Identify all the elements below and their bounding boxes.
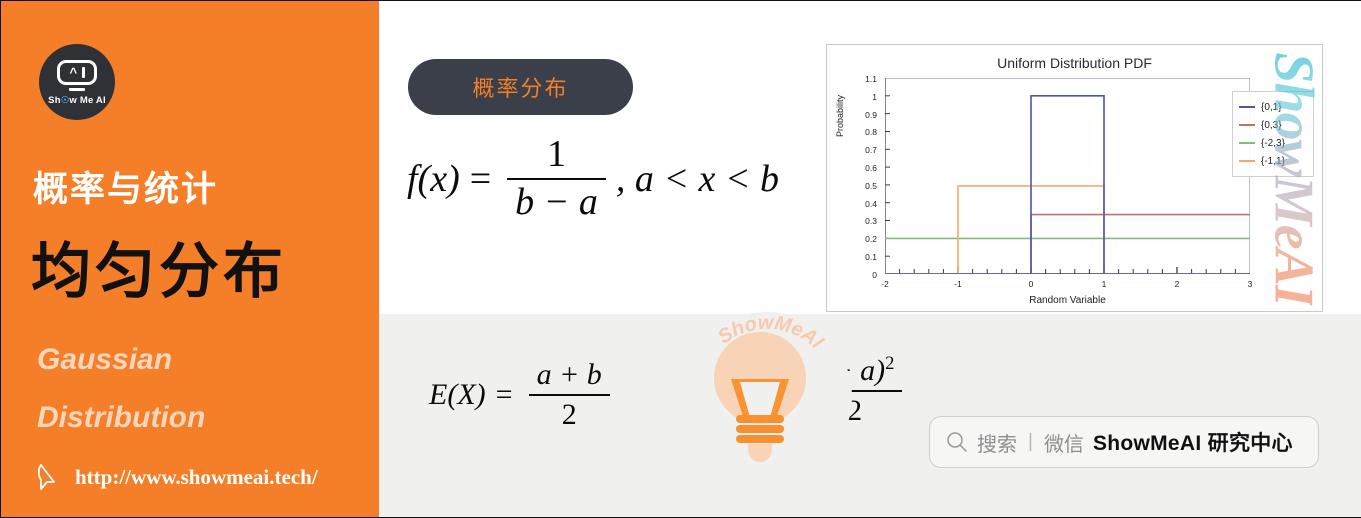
expectation-fraction: a + b 2 [528,358,610,431]
chart-card: Uniform Distribution PDF Probability Ran… [826,44,1323,312]
right-content: 概率分布 f(x) = 1 b − a , a < x < b E(X) = a… [379,1,1361,517]
robot-face-icon: ^ [57,60,97,86]
left-panel: ^ Sh☉w Me AI 概率与统计 均匀分布 Gaussian Distrib… [1,1,379,517]
lightbulb-watermark: ShowMeAI [682,312,852,482]
chevron-up-icon: ^ [69,65,78,81]
legend-item: {0,3} [1239,116,1307,134]
pdf-formula-denominator: b − a [515,180,598,223]
expectation-numerator: a + b [536,358,602,391]
subtitle-line-1: Gaussian [37,343,173,376]
topic-badge-label: 概率分布 [472,76,569,101]
legend-item: {-1,1} [1239,152,1307,170]
legend-swatch-0-1 [1239,106,1255,108]
y-tick-4: 0.4 [865,198,877,209]
search-placeholder: 搜索 [977,433,1017,456]
subtitle-line-2: Distribution [37,401,206,434]
chart-y-axis-label: Probability [835,94,845,137]
y-tick-9: 0.9 [865,109,877,120]
pdf-formula-lhs: f(x) [407,157,460,200]
fraction-bar [507,177,606,180]
x-tick-2: 0 [1028,279,1034,289]
website-url-row[interactable]: http://www.showmeai.tech/ [37,463,318,491]
legend-label-neg1-1: {-1,1} [1261,155,1285,167]
pdf-formula-fraction: 1 b − a [507,133,606,223]
fraction-bar [528,393,610,396]
pdf-formula: f(x) = 1 b − a , a < x < b [407,133,779,223]
chart-plot-area [885,78,1250,274]
series-line-0-3 [1030,213,1250,274]
chart-x-axis-label: Random Variable [1029,295,1106,306]
cursor-icon [37,464,55,490]
slide-root: ^ Sh☉w Me AI 概率与统计 均匀分布 Gaussian Distrib… [0,0,1361,518]
x-tick-5: 3 [1247,279,1253,289]
x-major-ticks [957,267,1178,274]
x-tick-3: 1 [1101,279,1107,289]
expectation-lhs: E(X) [429,377,486,411]
page-title: 均匀分布 [31,238,287,305]
showmeai-logo: ^ Sh☉w Me AI [39,44,115,120]
legend-swatch-neg2-3 [1239,142,1255,144]
logo-neck [69,88,85,91]
legend-label-0-3: {0,3} [1261,119,1282,131]
y-tick-2: 0.2 [865,234,877,245]
category-title: 概率与统计 [33,170,219,209]
chart-title: Uniform Distribution PDF [997,55,1152,71]
search-icon [947,432,967,452]
chart-watermark: ShowMeAI [1263,45,1322,311]
pdf-formula-condition: , a < x < b [615,157,779,200]
topic-badge[interactable]: 概率分布 [408,59,633,115]
variance-exponent: 2 [885,353,895,374]
y-tick-1: 0.1 [865,252,877,262]
y-tick-11: 1.1 [865,74,877,84]
search-account: ShowMeAI 研究中心 [1092,432,1293,455]
series-line-neg1-1 [885,185,1250,274]
pdf-formula-numerator: 1 [547,133,566,175]
chart-legend: {0,1} {0,3} {-2,3} {-1,1} [1232,91,1314,177]
expectation-equals: = [495,377,513,411]
y-ticks [885,95,890,257]
y-tick-3: 0.3 [865,216,877,227]
y-tick-6: 0.6 [865,163,877,173]
y-tick-10: 1 [872,91,877,102]
pdf-formula-equals: = [469,157,492,200]
x-tick-0: -2 [881,279,889,289]
legend-item: {-2,3} [1239,134,1307,152]
legend-item: {0,1} [1239,98,1307,116]
search-channel: 微信 [1043,433,1084,456]
y-tick-8: 0.8 [865,127,877,138]
logo-eye-bar [82,67,85,79]
legend-label-neg2-3: {-2,3} [1261,137,1285,149]
y-tick-5: 0.5 [865,180,877,191]
series-line-0-1 [885,94,1250,274]
wechat-search-bar[interactable]: 搜索 | 微信 ShowMeAI 研究中心 [929,416,1319,468]
logo-wordmark: Sh☉w Me AI [48,94,106,106]
y-tick-7: 0.7 [865,145,877,156]
website-url: http://www.showmeai.tech/ [75,464,318,489]
x-tick-4: 2 [1174,279,1180,289]
legend-swatch-0-3 [1239,124,1255,126]
x-tick-1: -1 [954,279,962,289]
search-divider: | [1028,431,1033,452]
bulb-wordmark-text: ShowMeAI [714,312,828,353]
expectation-formula: E(X) = a + b 2 [429,359,616,430]
legend-swatch-neg1-1 [1239,160,1255,162]
expectation-denominator: 2 [561,397,577,431]
legend-label-0-1: {0,1} [1261,101,1282,113]
bulb-circular-wordmark: ShowMeAI [714,312,828,353]
